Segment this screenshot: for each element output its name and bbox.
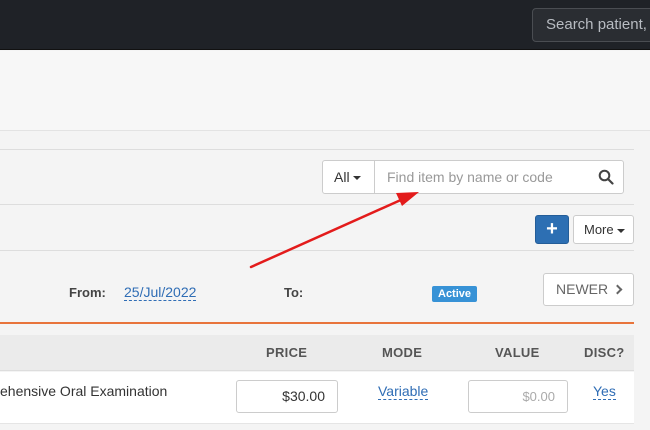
item-description: ehensive Oral Examination: [0, 383, 168, 399]
divider: [0, 204, 634, 205]
newer-label: NEWER: [556, 281, 609, 297]
caret-down-icon: [616, 228, 625, 233]
column-header-value[interactable]: VALUE: [495, 345, 540, 360]
chevron-right-icon: [612, 284, 623, 295]
item-search-placeholder: Find item by name or code: [387, 169, 553, 185]
item-search-input[interactable]: Find item by name or code: [374, 160, 624, 194]
value-input[interactable]: $0.00: [468, 380, 568, 413]
mode-link[interactable]: Variable: [378, 383, 429, 400]
from-date-link[interactable]: 25/Jul/2022: [124, 284, 197, 301]
from-label: From:: [69, 285, 106, 300]
add-item-button[interactable]: +: [535, 215, 569, 244]
caret-down-icon: [352, 176, 361, 181]
column-header-disc[interactable]: DISC?: [584, 345, 625, 360]
column-header-mode[interactable]: MODE: [382, 345, 422, 360]
scope-dropdown[interactable]: All: [322, 160, 375, 194]
page-header-strip: [0, 51, 650, 131]
price-input[interactable]: $30.00: [236, 380, 338, 413]
more-label: More: [584, 222, 614, 237]
top-navbar: Search patient, c: [0, 0, 650, 50]
newer-button[interactable]: NEWER: [543, 273, 634, 306]
column-header-price[interactable]: PRICE: [266, 345, 307, 360]
more-dropdown-button[interactable]: More: [573, 215, 634, 244]
divider: [0, 250, 634, 251]
accent-divider: [0, 322, 634, 324]
search-icon[interactable]: [598, 169, 614, 185]
divider: [0, 149, 634, 150]
discount-link[interactable]: Yes: [593, 383, 616, 400]
scope-dropdown-label: All: [334, 169, 350, 185]
status-badge: Active: [432, 286, 478, 302]
to-label: To:: [284, 285, 304, 300]
patient-search-input[interactable]: Search patient, c: [532, 8, 650, 42]
